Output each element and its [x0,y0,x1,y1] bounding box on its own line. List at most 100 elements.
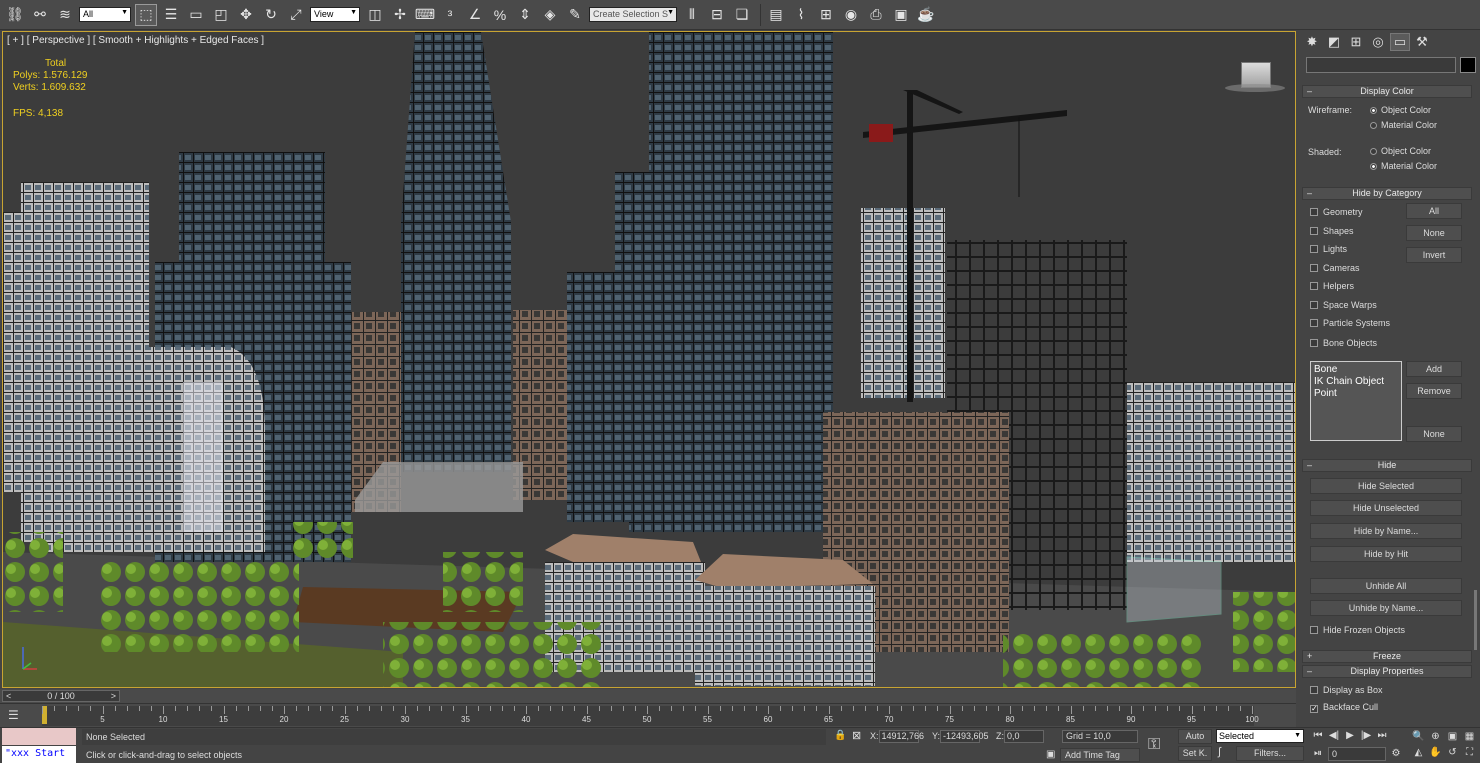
list-item[interactable]: IK Chain Object [1314,376,1398,388]
render-production-icon[interactable]: ☕ [915,4,937,26]
backface-cull-checkbox[interactable]: ✓ Backface Cull [1310,702,1378,713]
object-color-swatch[interactable] [1460,57,1476,73]
category-bone-objects-checkbox[interactable]: Bone Objects [1310,338,1377,348]
go-to-start-icon[interactable]: ⏮ [1310,729,1326,743]
unhide-by-name-button[interactable]: Unhide by Name... [1310,600,1462,616]
mirror-icon[interactable]: ⫴ [681,4,703,26]
keyboard-shortcut-icon[interactable]: ⌨ [414,4,436,26]
rollout-hide-by-category[interactable]: – Hide by Category [1302,187,1472,200]
auto-key-button[interactable]: Auto [1178,729,1212,744]
maximize-viewport-icon[interactable]: ⛶ [1461,745,1478,761]
mini-curve-editor-icon[interactable]: ☰ [8,708,19,722]
command-panel-scrollbar[interactable] [1474,590,1477,650]
category-space-warps-checkbox[interactable]: Space Warps [1310,300,1377,310]
align-icon[interactable]: ⊟ [706,4,728,26]
object-name-field[interactable] [1306,57,1456,73]
category-list[interactable]: Bone IK Chain Object Point [1310,361,1402,441]
key-mode-toggle-icon[interactable]: ⏯ [1310,747,1326,761]
unhide-all-button[interactable]: Unhide All [1310,578,1462,594]
pivot-icon[interactable]: ◫ [364,4,386,26]
percent-snap-icon[interactable]: % [489,4,511,26]
play-icon[interactable]: ▶ [1342,729,1358,743]
timeline-ruler[interactable]: 5 10 15 20 25 30 35 40 45 50 55 60 65 70 75 80 85 90 95 100 [42,706,1259,726]
viewcube-ring[interactable] [1225,84,1285,92]
snap-3d-icon[interactable]: ³ [439,4,461,26]
display-tab-icon[interactable]: ▭ [1390,33,1410,51]
wireframe-object-color-radio[interactable]: Object Color [1370,105,1431,115]
maxscript-listener-output[interactable] [2,728,76,745]
rotate-icon[interactable]: ↻ [260,4,282,26]
category-geometry-checkbox[interactable]: Geometry [1310,207,1363,217]
category-all-button[interactable]: All [1406,203,1462,219]
go-to-end-icon[interactable]: ⏭ [1374,729,1390,743]
create-tab-icon[interactable]: ✸ [1302,33,1322,51]
set-key-icon[interactable]: ⚿ [1148,736,1160,754]
key-mode-icon[interactable]: ∫ [1218,746,1221,758]
move-icon[interactable]: ✥ [235,4,257,26]
link-icon[interactable]: ⛓ [4,4,26,26]
rollout-display-color[interactable]: – Display Color [1302,85,1472,98]
selection-lock-icon[interactable]: 🔒 [834,730,846,741]
set-key-button[interactable]: Set K. [1178,746,1212,761]
maxscript-listener-input[interactable]: "xxx Start [2,746,76,763]
next-frame-icon[interactable]: |▶ [1358,729,1374,743]
category-helpers-checkbox[interactable]: Helpers [1310,281,1354,291]
hide-by-hit-button[interactable]: Hide by Hit [1310,546,1462,562]
named-sel-pencil-icon[interactable]: ✎ [564,4,586,26]
motion-tab-icon[interactable]: ◎ [1368,33,1388,51]
perspective-viewport[interactable]: [ + ] [ Perspective ] [ Smooth + Highlig… [2,31,1296,688]
list-item[interactable]: Bone [1314,364,1398,376]
named-selection-field[interactable]: Create Selection S [589,7,677,22]
spinner-snap-icon[interactable]: ⇕ [514,4,536,26]
rollout-hide[interactable]: – Hide [1302,459,1472,472]
category-cameras-checkbox[interactable]: Cameras [1310,263,1360,273]
zoom-extents-all-icon[interactable]: ▦ [1461,729,1478,745]
coord-z[interactable]: Z: 0,0 [996,730,1044,743]
field-of-view-icon[interactable]: ◭ [1410,745,1427,761]
unlink-icon[interactable]: ⚯ [29,4,51,26]
hide-frozen-objects-checkbox[interactable]: Hide Frozen Objects [1310,625,1405,635]
hide-unselected-button[interactable]: Hide Unselected [1310,500,1462,516]
coord-x[interactable]: X: 14912,766 [870,730,924,743]
category-invert-button[interactable]: Invert [1406,247,1462,263]
time-slider[interactable]: < 0 / 100 > [2,690,120,702]
edit-named-sel-icon[interactable]: ◈ [539,4,561,26]
zoom-icon[interactable]: 🔍 [1410,729,1427,745]
current-frame-field[interactable]: 0 [1328,747,1386,761]
modify-tab-icon[interactable]: ◩ [1324,33,1344,51]
wireframe-material-color-radio[interactable]: Material Color [1370,120,1437,130]
shaded-material-color-radio[interactable]: Material Color [1370,161,1437,171]
scale-icon[interactable]: ⤢ [285,4,307,26]
category-shapes-checkbox[interactable]: Shapes [1310,226,1354,236]
hierarchy-tab-icon[interactable]: ⊞ [1346,33,1366,51]
time-next-icon[interactable]: > [111,691,116,701]
rollout-freeze[interactable]: + Freeze [1302,650,1472,663]
add-time-tag-button[interactable]: Add Time Tag [1060,748,1140,762]
hide-by-name-button[interactable]: Hide by Name... [1310,523,1462,539]
select-object-icon[interactable]: ⬚ [135,3,157,26]
layer-manager-icon[interactable]: ❏ [731,4,753,26]
coord-y[interactable]: Y: -12493,605 [932,730,989,743]
category-add-button[interactable]: Add [1406,361,1462,377]
hide-selected-button[interactable]: Hide Selected [1310,478,1462,494]
rendered-frame-icon[interactable]: ▣ [890,4,912,26]
material-editor-icon[interactable]: ◉ [840,4,862,26]
ref-coord-dropdown[interactable]: View [310,7,360,22]
orbit-icon[interactable]: ↺ [1444,745,1461,761]
select-by-name-icon[interactable]: ☰ [160,4,182,26]
viewport-label-menu[interactable]: [ + ] [ Perspective ] [ Smooth + Highlig… [7,35,264,46]
category-list-none-button[interactable]: None [1406,426,1462,442]
select-manipulate-icon[interactable]: ✢ [389,4,411,26]
zoom-all-icon[interactable]: ⊕ [1427,729,1444,745]
list-item[interactable]: Point [1314,388,1398,400]
shaded-object-color-radio[interactable]: Object Color [1370,146,1431,156]
coord-z-field[interactable]: 0,0 [1004,730,1044,743]
absolute-mode-icon[interactable]: ⊠ [852,729,861,742]
category-remove-button[interactable]: Remove [1406,383,1462,399]
utilities-tab-icon[interactable]: ⚒ [1412,33,1432,51]
render-setup-icon[interactable]: ⎙ [865,4,887,26]
schematic-view-icon[interactable]: ⊞ [815,4,837,26]
bind-spacewarp-icon[interactable]: ≋ [54,4,76,26]
zoom-extents-icon[interactable]: ▣ [1444,729,1461,745]
angle-snap-icon[interactable]: ∠ [464,4,486,26]
